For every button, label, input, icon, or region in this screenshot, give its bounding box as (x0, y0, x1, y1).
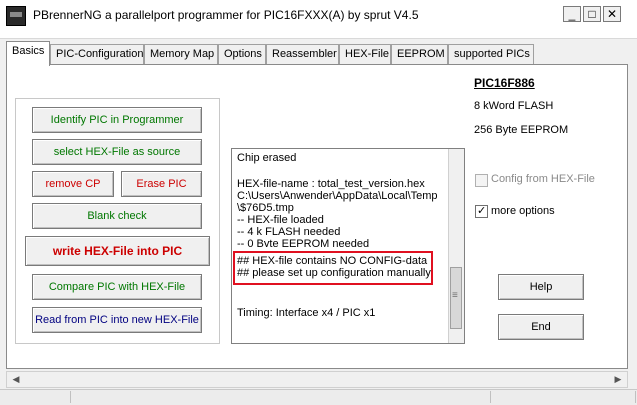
compare-pic-button[interactable]: Compare PIC with HEX-File (32, 274, 202, 300)
end-button[interactable]: End (498, 314, 584, 340)
maximize-button[interactable]: □ (583, 6, 601, 22)
erase-pic-button[interactable]: Erase PIC (121, 171, 202, 197)
title-bar: PBrennerNG a parallelport programmer for… (0, 0, 637, 39)
tab-pic-configuration[interactable]: PIC-Configuration (50, 44, 144, 64)
log-line: -- HEX-file loaded (237, 214, 324, 226)
highlight-box (233, 251, 433, 285)
status-segment (0, 391, 71, 403)
status-bar (0, 389, 637, 405)
status-segment (490, 391, 636, 403)
chip-eeprom: 256 Byte EEPROM (474, 124, 569, 136)
more-options-checkbox[interactable]: ✓ (475, 205, 488, 218)
tab-supported-pics[interactable]: supported PICs (448, 44, 534, 64)
tab-reassembler[interactable]: Reassembler (266, 44, 339, 64)
select-hex-file-button[interactable]: select HEX-File as source (32, 139, 202, 165)
status-segment (70, 391, 491, 403)
minimize-button[interactable]: _ (563, 6, 581, 22)
help-button[interactable]: Help (498, 274, 584, 300)
tab-memory-map[interactable]: Memory Map (144, 44, 218, 64)
read-from-pic-button[interactable]: Read from PIC into new HEX-File (32, 307, 202, 333)
log-line: -- 4 k FLASH needed (237, 226, 341, 238)
close-button[interactable]: ✕ (603, 6, 621, 22)
log-output[interactable]: Chip erased HEX-file-name : total_test_v… (231, 148, 465, 344)
identify-pic-button[interactable]: Identify PIC in Programmer (32, 107, 202, 133)
log-line: Timing: Interface x4 / PIC x1 (237, 307, 376, 319)
scroll-left-icon[interactable]: ◀ (9, 373, 23, 386)
log-line: \$76D5.tmp (237, 202, 294, 214)
remove-cp-button[interactable]: remove CP (32, 171, 114, 197)
check-icon: ✓ (477, 205, 487, 217)
tab-hex-file[interactable]: HEX-File (339, 44, 391, 64)
log-scrollbar[interactable] (448, 149, 464, 343)
log-line: C:\Users\Anwender\AppData\Local\Temp (237, 190, 438, 202)
config-from-hex-checkbox[interactable] (475, 174, 488, 187)
app-icon (6, 6, 26, 26)
log-scroll-thumb[interactable] (450, 267, 462, 329)
tab-eeprom[interactable]: EEPROM (391, 44, 448, 64)
horizontal-scrollbar[interactable]: ◀ ▶ (6, 371, 628, 388)
config-from-hex-label: Config from HEX-File (491, 173, 595, 185)
log-line: -- 0 Byte EEPROM needed (237, 238, 370, 247)
chip-name: PIC16F886 (474, 76, 535, 90)
tab-options[interactable]: Options (218, 44, 266, 64)
more-options-label: more options (491, 205, 555, 217)
log-line: HEX-file-name : total_test_version.hex (237, 178, 425, 190)
tab-basics[interactable]: Basics (6, 41, 50, 66)
log-line: Chip erased (237, 152, 297, 164)
chip-flash: 8 kWord FLASH (474, 100, 554, 112)
window-title: PBrennerNG a parallelport programmer for… (33, 8, 419, 22)
scroll-right-icon[interactable]: ▶ (611, 373, 625, 386)
blank-check-button[interactable]: Blank check (32, 203, 202, 229)
write-hex-file-button[interactable]: write HEX-File into PIC (25, 236, 210, 266)
